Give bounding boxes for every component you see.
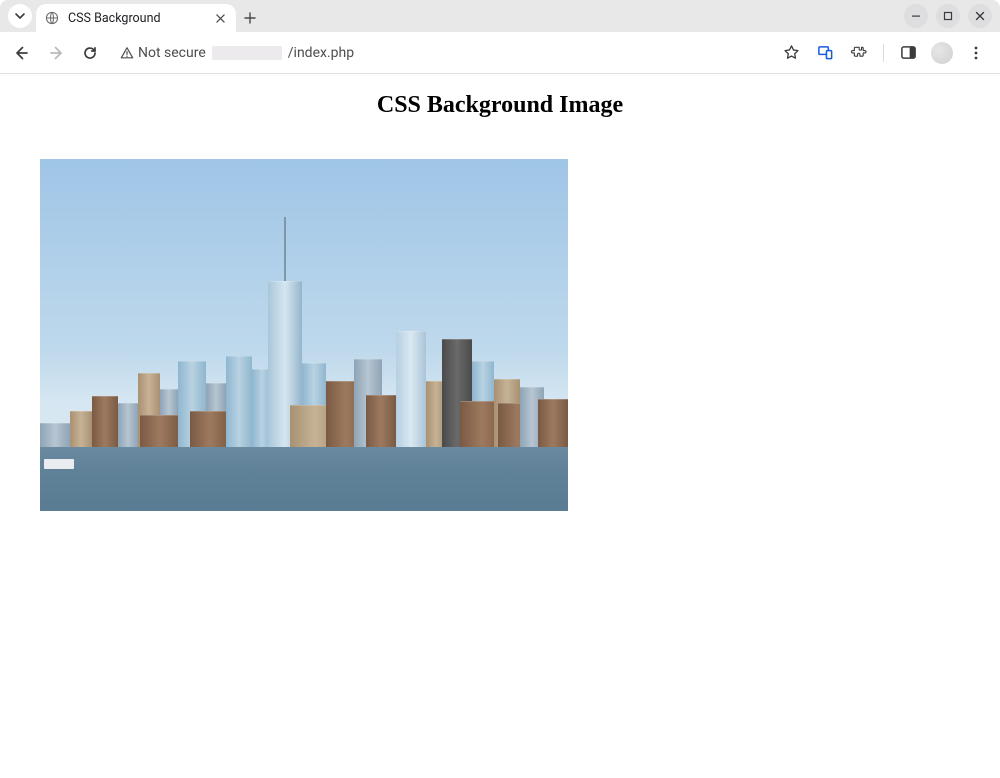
new-tab-button[interactable]	[236, 4, 264, 32]
security-label: Not secure	[138, 45, 206, 61]
globe-icon	[44, 10, 60, 26]
window-close-button[interactable]	[968, 4, 992, 28]
star-icon	[783, 44, 800, 61]
extensions-button[interactable]	[843, 37, 875, 69]
close-icon	[975, 11, 985, 21]
maximize-icon	[943, 11, 953, 21]
address-path: /index.php	[288, 45, 354, 61]
building	[226, 356, 252, 451]
profile-avatar-icon	[931, 42, 953, 64]
address-bar[interactable]: Not secure /index.php	[114, 38, 767, 68]
arrow-left-icon	[14, 45, 30, 61]
building	[190, 411, 230, 451]
device-icon	[817, 44, 834, 61]
chrome-menu-button[interactable]	[960, 37, 992, 69]
address-host-redacted	[212, 46, 282, 60]
building	[118, 403, 138, 451]
city-skyline	[40, 281, 568, 451]
devtools-device-button[interactable]	[809, 37, 841, 69]
side-panel-icon	[900, 44, 917, 61]
building	[92, 396, 118, 451]
page-heading: CSS Background Image	[40, 92, 960, 119]
reload-button[interactable]	[74, 37, 106, 69]
window-controls	[904, 4, 992, 28]
back-button[interactable]	[6, 37, 38, 69]
bookmark-button[interactable]	[775, 37, 807, 69]
reload-icon	[82, 45, 98, 61]
arrow-right-icon	[48, 45, 64, 61]
page-content: CSS Background Image	[0, 74, 1000, 521]
spire	[284, 217, 286, 281]
building	[70, 411, 92, 451]
building	[140, 415, 180, 451]
kebab-icon	[968, 45, 984, 61]
plus-icon	[244, 12, 256, 24]
forward-button[interactable]	[40, 37, 72, 69]
tab-close-button[interactable]	[212, 10, 228, 26]
browser-toolbar: Not secure /index.php	[0, 32, 1000, 74]
chevron-down-icon	[14, 10, 26, 22]
tab-title: CSS Background	[68, 11, 212, 26]
toolbar-divider	[883, 44, 884, 62]
browser-tab-strip: CSS Background	[0, 0, 1000, 32]
building	[396, 331, 426, 451]
puzzle-icon	[851, 44, 868, 61]
browser-tab[interactable]: CSS Background	[36, 4, 236, 32]
toolbar-right-icons	[775, 37, 994, 69]
water-region	[40, 447, 568, 511]
minimize-icon	[911, 11, 921, 21]
side-panel-button[interactable]	[892, 37, 924, 69]
security-indicator[interactable]: Not secure	[120, 45, 206, 61]
close-icon	[216, 14, 225, 23]
window-maximize-button[interactable]	[936, 4, 960, 28]
search-tabs-button[interactable]	[8, 4, 32, 28]
profile-button[interactable]	[926, 37, 958, 69]
window-minimize-button[interactable]	[904, 4, 928, 28]
building	[366, 395, 396, 451]
building	[538, 399, 568, 451]
boat	[44, 459, 74, 469]
background-image-box	[40, 159, 568, 511]
warning-icon	[120, 46, 134, 60]
